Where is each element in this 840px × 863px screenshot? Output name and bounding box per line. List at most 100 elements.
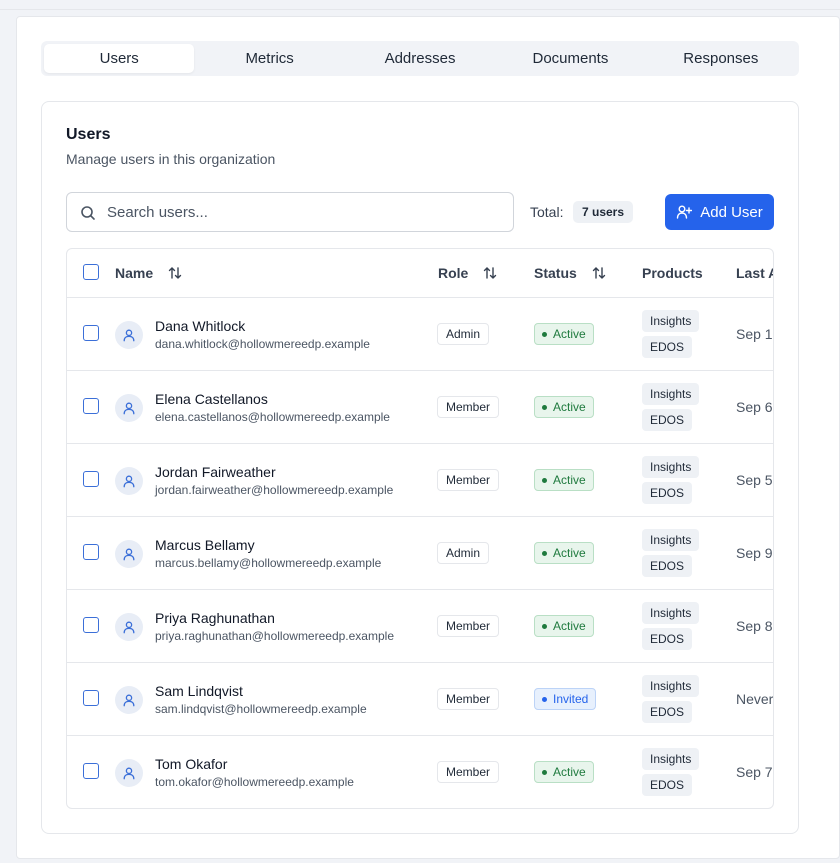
row-checkbox[interactable] [83,471,99,487]
status-dot [542,550,547,556]
status-badge: Active [534,323,594,345]
table-row[interactable]: Dana Whitlock dana.whitlock@hollowmereedp… [67,298,773,371]
user-name: Tom Okafor [155,756,228,772]
row-checkbox[interactable] [83,325,99,341]
add-user-button[interactable]: Add User [665,194,774,230]
status-badge: Active [534,542,594,564]
table-header: Name Role Status Products Last [67,249,773,298]
status-dot [542,769,547,775]
status-label: Active [553,327,586,341]
last-active: Sep 9 [736,545,773,561]
status-label: Invited [553,692,589,706]
product-badge: EDOS [642,701,693,723]
column-name-label: Name [115,265,154,281]
role-badge: Admin [437,323,490,345]
status-label: Active [553,619,586,633]
tab-users[interactable]: Users [44,44,195,73]
user-email: priya.raghunathan@hollowmereedp.example [155,629,394,643]
avatar [115,759,143,787]
product-badge: Insights [642,602,700,624]
card-subtitle: Manage users in this organization [66,151,276,167]
users-table: Name Role Status Products Last Dana Whit… [66,248,774,809]
product-badge: EDOS [642,336,693,358]
status-dot [542,477,547,483]
last-active: Sep 1 [736,326,773,342]
product-badge: Insights [642,675,700,697]
column-last-active: Last A [736,265,773,281]
product-badge: EDOS [642,482,693,504]
row-checkbox[interactable] [83,690,99,706]
status-badge: Invited [534,688,597,710]
table-row[interactable]: Tom Okafor tom.okafor@hollowmereedp.examp… [67,736,773,808]
tab-metrics[interactable]: Metrics [194,44,344,73]
column-status[interactable]: Status [534,265,607,281]
product-badge: Insights [642,310,700,332]
row-checkbox[interactable] [83,544,99,560]
user-name: Jordan Fairweather [155,464,276,480]
product-badge: Insights [642,383,700,405]
search-box [66,192,514,232]
tab-responses[interactable]: Responses [646,44,796,73]
status-dot [542,623,547,629]
card-title: Users [66,126,111,143]
avatar [115,540,143,568]
user-name: Sam Lindqvist [155,683,243,699]
column-status-label: Status [534,265,577,281]
row-checkbox[interactable] [83,398,99,414]
user-name: Dana Whitlock [155,318,246,334]
user-name: Marcus Bellamy [155,537,255,553]
product-badge: Insights [642,748,700,770]
user-email: sam.lindqvist@hollowmereedp.example [155,702,367,716]
avatar [115,394,143,422]
total-label: Total: [530,204,564,220]
column-role-label: Role [438,265,469,281]
role-badge: Member [437,615,500,637]
user-name: Priya Raghunathan [155,610,275,626]
table-row[interactable]: Jordan Fairweather jordan.fairweather@hol… [67,444,773,517]
search-input[interactable] [107,193,507,231]
product-badge: Insights [642,456,700,478]
last-active: Never [736,691,774,707]
column-last-active-label: Last A [736,265,773,281]
product-badge: Insights [642,529,700,551]
table-row[interactable]: Marcus Bellamy marcus.bellamy@hollowmeree… [67,517,773,590]
top-bar [0,0,840,10]
row-checkbox[interactable] [83,763,99,779]
role-badge: Member [437,469,500,491]
avatar [115,467,143,495]
table-row[interactable]: Elena Castellanos elena.castellanos@hollo… [67,371,773,444]
user-email: dana.whitlock@hollowmereedp.example [155,337,370,351]
tab-documents[interactable]: Documents [495,44,645,73]
user-email: elena.castellanos@hollowmereedp.example [155,410,390,424]
role-badge: Member [437,761,500,783]
user-icon [123,694,135,707]
column-name[interactable]: Name [115,265,183,281]
role-badge: Admin [437,542,490,564]
sort-icon [168,267,182,279]
status-label: Active [553,765,586,779]
column-products: Products [642,265,703,281]
status-badge: Active [534,469,594,491]
sort-icon [592,267,605,279]
last-active: Sep 7 [736,764,773,780]
column-products-label: Products [642,265,703,281]
column-role[interactable]: Role [438,265,498,281]
tab-bar: Users Metrics Addresses Documents Respon… [41,41,799,76]
status-label: Active [553,473,586,487]
user-email: tom.okafor@hollowmereedp.example [155,775,354,789]
user-icon [123,402,135,415]
avatar [115,686,143,714]
table-row[interactable]: Sam Lindqvist sam.lindqvist@hollowmereedp… [67,663,774,736]
tab-addresses[interactable]: Addresses [345,44,495,73]
search-icon [81,206,95,220]
user-plus-icon [677,205,693,219]
product-badge: EDOS [642,774,693,796]
product-badge: EDOS [642,409,693,431]
product-badge: EDOS [642,628,693,650]
select-all-checkbox[interactable] [83,264,99,280]
table-row[interactable]: Priya Raghunathan priya.raghunathan@hollo… [67,590,773,663]
sort-icon [484,267,497,279]
status-badge: Active [534,761,594,783]
user-email: jordan.fairweather@hollowmereedp.example [155,483,394,497]
row-checkbox[interactable] [83,617,99,633]
